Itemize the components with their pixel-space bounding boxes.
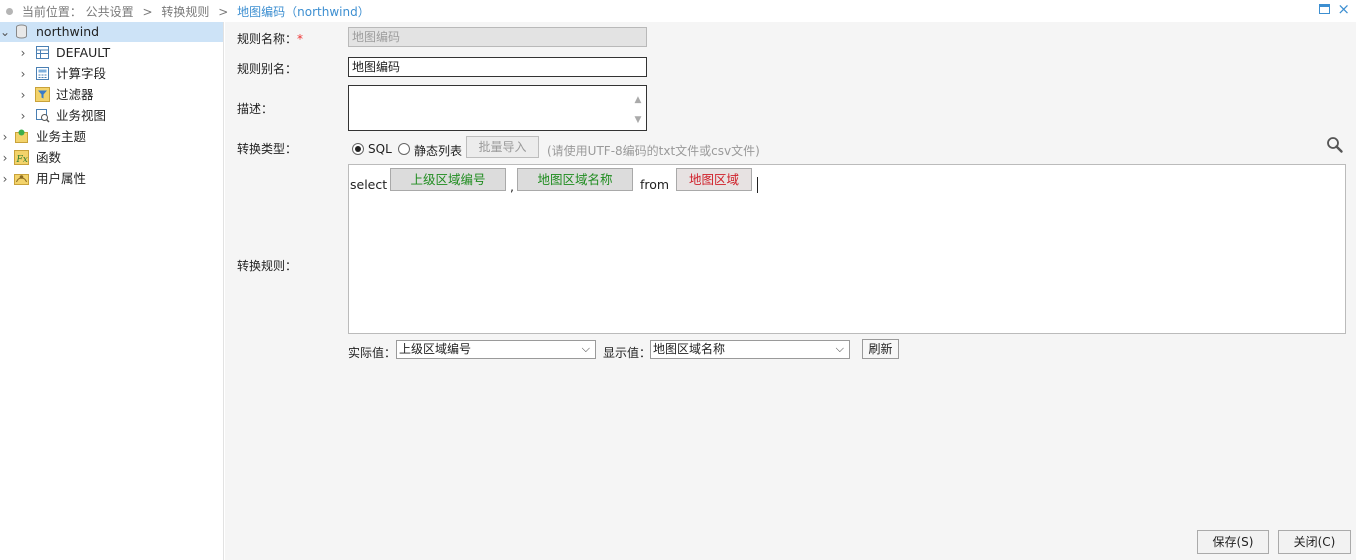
description-field[interactable]: ▲ ▼ xyxy=(348,85,647,131)
sql-radio-label[interactable]: SQL xyxy=(368,142,392,156)
search-icon[interactable] xyxy=(1326,136,1344,154)
required-mark: * xyxy=(297,32,304,46)
refresh-button[interactable]: 刷新 xyxy=(862,339,899,359)
table-icon xyxy=(35,45,50,60)
chevron-down-icon: ⌵ xyxy=(835,342,844,355)
business-view-icon xyxy=(35,108,50,123)
actual-value-label: 实际值： xyxy=(348,346,397,360)
static-list-radio[interactable] xyxy=(398,143,410,155)
resource-tree: ⌄ northwind › DEFAULT › 计算字段 › 过滤器 › 业务视… xyxy=(0,22,224,560)
chevron-right-icon[interactable]: › xyxy=(18,85,28,105)
field-chip[interactable]: 上级区域编号 xyxy=(390,168,506,191)
chevron-down-icon[interactable]: ⌄ xyxy=(0,22,10,42)
filter-icon xyxy=(35,87,50,102)
breadcrumb-item[interactable]: 公共设置 xyxy=(86,5,134,19)
tree-node-filter[interactable]: › 过滤器 xyxy=(0,85,223,105)
tree-node-function[interactable]: › Fx 函数 xyxy=(0,148,223,168)
breadcrumb-prefix: 当前位置： xyxy=(21,5,82,19)
tree-node-label: 业务主题 xyxy=(36,129,87,144)
rule-alias-label: 规则别名： xyxy=(237,62,298,76)
tree-node-calc-field[interactable]: › 计算字段 xyxy=(0,64,223,84)
rule-alias-field[interactable]: 地图编码 xyxy=(348,57,647,77)
chevron-down-icon: ⌵ xyxy=(581,342,590,355)
tree-node-business-theme[interactable]: › 业务主题 xyxy=(0,127,223,147)
sql-comma: , xyxy=(510,179,514,194)
text-cursor xyxy=(757,177,758,193)
chevron-right-icon[interactable]: › xyxy=(18,64,28,84)
database-icon xyxy=(14,24,29,39)
rule-name-field: 地图编码 xyxy=(348,27,647,47)
table-chip[interactable]: 地图区域 xyxy=(676,168,752,191)
chevron-right-icon[interactable]: › xyxy=(18,106,28,126)
sql-keyword-from: from xyxy=(640,177,670,192)
static-list-radio-label[interactable]: 静态列表 xyxy=(414,142,462,159)
display-value-label: 显示值： xyxy=(603,346,652,360)
description-label: 描述： xyxy=(237,102,274,116)
import-hint: (请使用UTF-8编码的txt文件或csv文件) xyxy=(547,144,760,158)
tree-node-label: 过滤器 xyxy=(56,87,94,102)
actual-value-select[interactable]: 上级区域编号 ⌵ xyxy=(396,340,596,359)
sql-keyword-select: select xyxy=(350,177,388,192)
breadcrumb-item[interactable]: 转换规则 xyxy=(161,5,209,19)
footer-bar: 保存(S) 关闭(C) xyxy=(225,525,1356,560)
chevron-right-icon[interactable]: › xyxy=(0,148,10,168)
scroll-arrows-icon[interactable]: ▲ ▼ xyxy=(632,90,644,130)
tree-node-user-attribute[interactable]: › 用户属性 xyxy=(0,169,223,189)
rule-form: 规则名称：* 地图编码 规则别名： 地图编码 描述： ▲ ▼ 转换类型： SQL … xyxy=(225,22,1356,525)
business-theme-icon xyxy=(14,129,29,144)
convert-rule-label: 转换规则： xyxy=(237,259,298,273)
breadcrumb-separator: > xyxy=(142,5,153,19)
batch-import-button[interactable]: 批量导入 xyxy=(466,136,539,158)
tree-node-business-view[interactable]: › 业务视图 xyxy=(0,106,223,126)
calc-field-icon xyxy=(35,66,50,81)
tree-node-label: northwind xyxy=(36,24,100,39)
top-bar: 当前位置： 公共设置 > 转换规则 > 地图编码（northwind） × xyxy=(0,0,1356,22)
breadcrumb: 当前位置： 公共设置 > 转换规则 > 地图编码（northwind） xyxy=(6,3,370,20)
close-button[interactable]: 关闭(C) xyxy=(1278,530,1351,554)
breadcrumb-current: 地图编码（northwind） xyxy=(237,5,370,19)
sql-editor[interactable]: select 上级区域编号 , 地图区域名称 from 地图区域 xyxy=(348,164,1346,334)
actual-value-text: 上级区域编号 xyxy=(399,342,472,356)
tree-node-label: DEFAULT xyxy=(56,45,111,60)
maximize-icon[interactable] xyxy=(1319,4,1330,14)
convert-type-label: 转换类型： xyxy=(237,142,298,156)
tree-node-default[interactable]: › DEFAULT xyxy=(0,43,223,63)
chevron-right-icon[interactable]: › xyxy=(0,169,10,189)
user-attribute-icon xyxy=(14,171,29,186)
tree-node-label: 业务视图 xyxy=(56,108,107,123)
display-value-text: 地图区域名称 xyxy=(653,342,726,356)
save-button[interactable]: 保存(S) xyxy=(1197,530,1269,554)
breadcrumb-separator: > xyxy=(218,5,229,19)
function-icon: Fx xyxy=(14,150,29,165)
tree-node-label: 函数 xyxy=(36,150,62,165)
field-chip[interactable]: 地图区域名称 xyxy=(517,168,633,191)
chevron-right-icon[interactable]: › xyxy=(18,43,28,63)
sql-radio[interactable] xyxy=(352,143,364,155)
tree-node-label: 用户属性 xyxy=(36,171,87,186)
location-dot-icon xyxy=(6,8,13,15)
close-icon[interactable]: × xyxy=(1337,1,1350,17)
tree-node-northwind[interactable]: ⌄ northwind xyxy=(0,22,223,42)
svg-text:Fx: Fx xyxy=(16,155,28,165)
tree-node-label: 计算字段 xyxy=(56,66,107,81)
chevron-right-icon[interactable]: › xyxy=(0,127,10,147)
rule-name-label: 规则名称：* xyxy=(237,32,304,46)
display-value-select[interactable]: 地图区域名称 ⌵ xyxy=(650,340,850,359)
